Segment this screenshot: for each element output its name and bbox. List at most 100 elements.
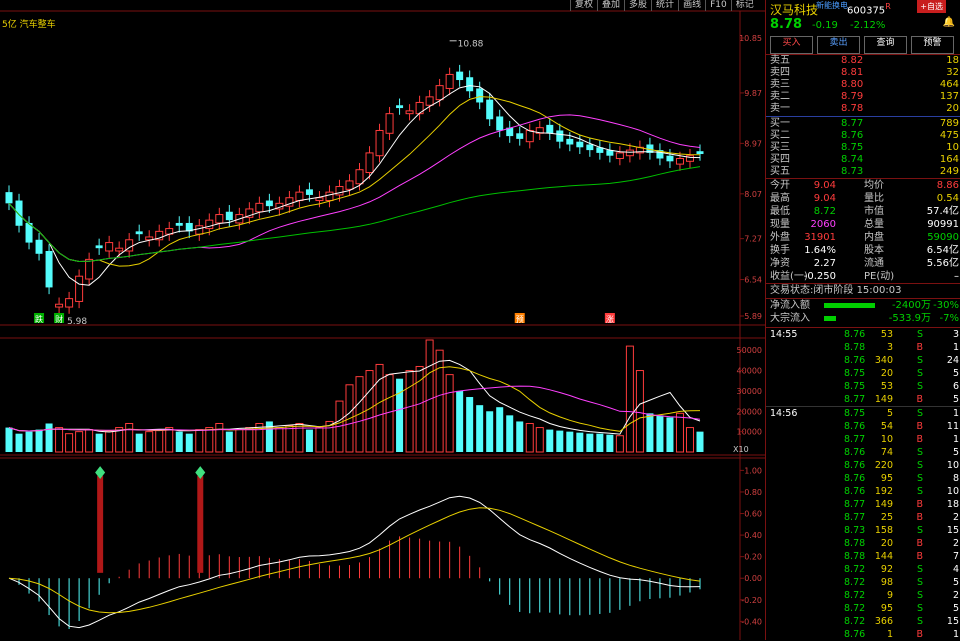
tick-volume: 95 [880,473,893,484]
volume-bar [5,427,13,452]
tick-row: 14:55 8.76 53 S 3 [766,328,960,341]
volume-bar [566,431,574,452]
candle-body [375,129,384,157]
book-volume: 10 [946,142,959,153]
stat-value: 6.54亿 [926,245,959,256]
candle-body [625,149,634,157]
volume-bar [95,433,103,452]
stat-label: 股本 [864,245,884,256]
candle-body [435,85,444,101]
toolbar-3[interactable]: 统计 [651,0,678,11]
chart-header-text: 5亿 汽车整车 [2,18,56,30]
tick-list[interactable]: 14:55 8.76 53 S 3 8.78 3 B 1 8.76 340 S 24 8.75 20 S 5 8.… [766,327,960,641]
volume-bar [525,422,534,453]
axis-tick-label: 0.80 [744,488,762,497]
tick-time: 14:55 [770,329,798,340]
kline-chart-area[interactable]: 5亿 汽车整车 10.859.878.978.077.276.545.89 50… [0,0,765,640]
quote-panel: 汉马科技 新能换电 600375R +自选 8.78 -0.19 -2.12% … [765,0,960,640]
stock-concept-tag[interactable]: 新能换电 [816,0,848,11]
axis-tick-label: 0.20 [744,553,762,562]
tick-volume: 192 [874,486,893,497]
last-price: 8.78 [770,17,803,32]
tick-volume: 25 [880,512,893,523]
book-price: 8.80 [841,79,864,90]
volume-bar [175,431,183,452]
tick-row: 8.76 1 B 1 [766,628,960,641]
alert-button[interactable]: 预警 [911,36,954,54]
asks-row[interactable]: 卖五 8.82 18 [766,55,960,67]
volume-bar [476,405,484,452]
toolbar-0[interactable]: 复权 [570,0,597,11]
volume-bar [666,417,674,452]
toolbar-2[interactable]: 多股 [624,0,651,11]
asks-row[interactable]: 卖一 8.78 20 [766,103,960,115]
candle-body [15,200,23,226]
toolbar-1[interactable]: 叠加 [597,0,624,11]
chart-grid [0,10,765,640]
stat-label: 换手 [770,245,790,256]
volume-bar [235,429,244,453]
stock-name[interactable]: 汉马科技 [770,1,818,18]
candle-body [486,99,494,120]
tick-price: 8.75 [844,368,866,379]
asks-row[interactable]: 卖二 8.79 137 [766,91,960,103]
tick-price: 8.76 [844,421,866,432]
buy-button[interactable]: 买入 [770,36,813,54]
tick-direction: S [916,525,923,536]
candle-body [345,180,354,190]
toolbar-5[interactable]: F10 [705,0,731,11]
bids-row[interactable]: 买五 8.73 249 [766,166,960,178]
book-volume: 137 [939,91,959,102]
tick-count: 2 [952,512,959,523]
tick-count: 2 [952,590,959,601]
bids-row[interactable]: 买二 8.76 475 [766,130,960,142]
tick-volume: 54 [880,421,893,432]
toolbar-4[interactable]: 画线 [678,0,705,11]
toolbar-6[interactable]: 标记 [730,0,758,11]
volume-bar [546,429,554,452]
candle-body [576,141,584,148]
tick-row: 8.78 20 B 2 [766,537,960,550]
volume-bar [456,390,464,452]
query-button[interactable]: 查询 [864,36,907,54]
book-level: 买三 [770,142,790,153]
stat-value: -0.250 [803,271,836,282]
add-watchlist-button[interactable]: +自选 [917,0,946,13]
asks-row[interactable]: 卖三 8.80 464 [766,79,960,91]
sell-button[interactable]: 卖出 [817,36,860,54]
axis-tick-label: -0.20 [741,596,762,605]
candle-body [5,192,13,204]
tick-volume: 149 [874,499,893,510]
tick-price: 8.73 [844,525,866,536]
price-row: 8.78 -0.19 -2.12% 🔔 [766,17,960,33]
tick-volume: 3 [886,342,893,353]
tick-price: 8.75 [844,381,866,392]
tick-price: 8.75 [844,408,866,419]
price-change: -0.19 [812,20,838,31]
tick-volume: 20 [880,538,893,549]
volume-bar [516,421,524,452]
tick-count: 15 [946,616,959,627]
candle-body [85,258,94,280]
chart-toolbar: 复权 叠加 多股 统计 画线 F10 标记 [570,0,758,11]
tick-price: 8.76 [844,473,866,484]
candle-body [35,239,43,254]
low-price-label: 5.98 [67,317,87,327]
bell-icon[interactable]: 🔔 [943,17,955,28]
tick-volume: 9 [886,590,893,601]
axis-tick-label: 6.54 [744,276,762,285]
candle-body [115,247,124,252]
bids-row[interactable]: 买三 8.75 10 [766,142,960,154]
asks-row[interactable]: 卖四 8.81 32 [766,67,960,79]
volume-bar [365,370,374,453]
tick-price: 8.72 [844,616,866,627]
bids-row[interactable]: 买一 8.77 789 [766,118,960,130]
trade-status: 交易状态:闭市阶段 15:00:03 [766,284,960,299]
bids-row[interactable]: 买四 8.74 164 [766,154,960,166]
tick-direction: B [916,434,923,445]
stat-value: 8.72 [813,206,836,217]
stat-row: 最高 9.04 量比 0.54 [766,192,960,205]
event-markers[interactable]: 跌财预涨 [34,313,615,324]
axis-tick-label: 1.00 [744,466,762,475]
tick-price: 8.78 [844,538,866,549]
